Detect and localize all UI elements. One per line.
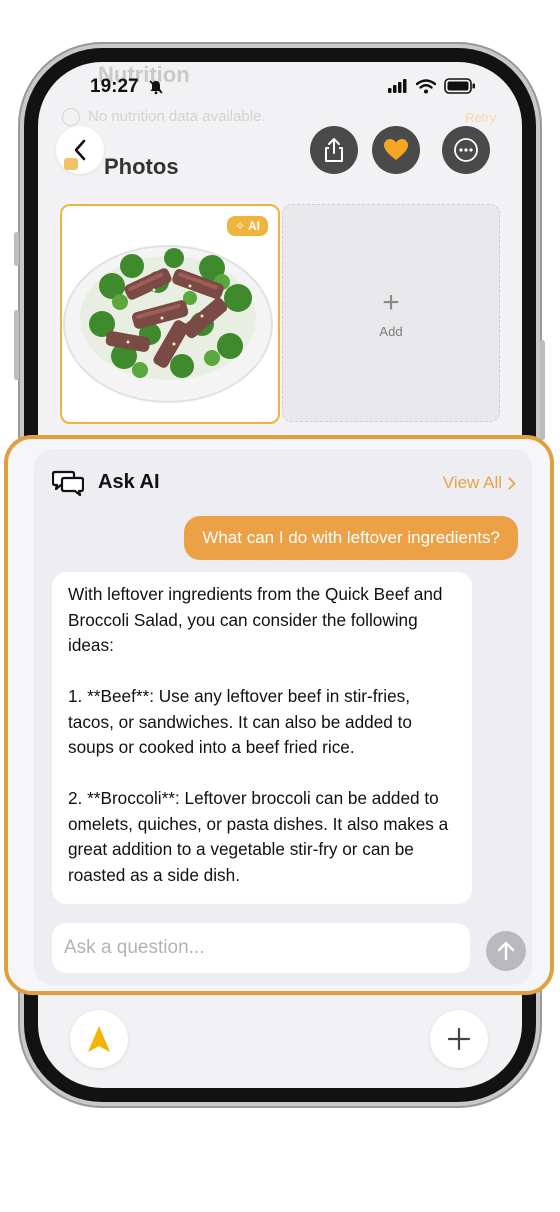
answer-point-broccoli: 2. **Broccoli**: Leftover broccoli can b…: [68, 788, 449, 885]
chevron-right-icon: [508, 477, 516, 489]
add-photo-label: Add: [379, 323, 403, 339]
background-subtitle: No nutrition data available.: [88, 108, 266, 125]
more-icon: [454, 138, 478, 162]
add-button[interactable]: [430, 1010, 488, 1068]
ask-ai-panel: Ask AI View All What can I do with lefto…: [4, 435, 554, 995]
bell-muted-icon: [149, 80, 163, 95]
signal-icon: [388, 79, 407, 93]
plus-icon: +: [382, 285, 400, 319]
plus-icon: [447, 1027, 471, 1051]
ask-question-input[interactable]: [52, 923, 470, 973]
status-time: 19:27: [90, 76, 139, 97]
answer-intro: With leftover ingredients from the Quick…: [68, 584, 443, 655]
favorite-button[interactable]: [372, 126, 420, 174]
side-button: [14, 310, 19, 380]
arrow-up-icon: [497, 941, 515, 961]
user-question-bubble: What can I do with leftover ingredients?: [184, 516, 518, 560]
view-all-link[interactable]: View All: [443, 473, 516, 493]
ask-ai-card: Ask AI View All What can I do with lefto…: [34, 449, 532, 985]
ai-answer-bubble: With leftover ingredients from the Quick…: [52, 572, 472, 904]
status-indicators: [388, 78, 476, 94]
share-icon: [325, 138, 343, 162]
chat-bubbles-icon: [52, 470, 84, 497]
photos-title: Photos: [104, 154, 179, 179]
heart-icon: [384, 139, 408, 160]
side-button: [540, 340, 545, 440]
answer-point-beef: 1. **Beef**: Use any leftover beef in st…: [68, 686, 412, 757]
navigation-arrow-icon: [88, 1026, 110, 1052]
ai-badge: ✧ AI: [227, 216, 268, 236]
food-photo[interactable]: ✧ AI: [60, 204, 280, 424]
view-all-label: View All: [442, 473, 502, 492]
send-button[interactable]: [486, 931, 526, 971]
ask-ai-title: Ask AI: [98, 471, 160, 493]
more-options-button[interactable]: [442, 126, 490, 174]
photos-section-icon: [64, 158, 78, 170]
share-button[interactable]: [310, 126, 358, 174]
beef-broccoli-salad-image: [63, 245, 273, 403]
add-photo-button[interactable]: + Add: [282, 204, 500, 422]
wifi-icon: [416, 78, 436, 93]
info-icon: [62, 108, 80, 126]
side-button: [14, 232, 19, 266]
navigate-button[interactable]: [70, 1010, 128, 1068]
battery-icon: [444, 78, 475, 94]
retry-link[interactable]: Retry: [465, 110, 496, 125]
ai-badge-label: AI: [248, 219, 260, 233]
